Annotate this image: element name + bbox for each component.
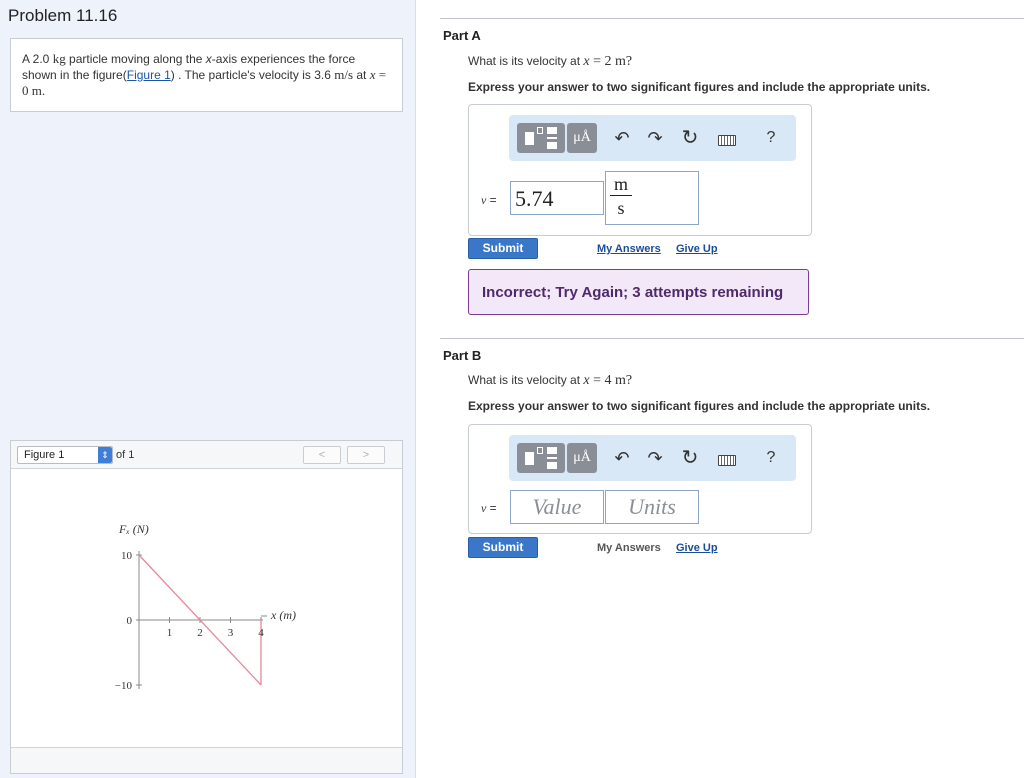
y-tick-label: 10	[121, 550, 133, 562]
math-toolbar: μÅ ↶ ↷ ↻ ?	[509, 115, 796, 161]
graph-labels: 10 0 −10 1 2 3 4 Fₓ (N) x (m)	[115, 522, 296, 692]
units-input[interactable]: m s	[605, 171, 699, 225]
undo-icon[interactable]: ↶	[609, 125, 635, 151]
feedback-message: Incorrect; Try Again; 3 attempts remaini…	[468, 269, 809, 315]
figure-footer	[11, 747, 402, 773]
mass-unit: kg	[52, 51, 66, 66]
x-tick-label: 3	[228, 627, 234, 639]
keyboard-icon[interactable]	[714, 125, 740, 151]
figure-prev-button[interactable]: <	[303, 446, 341, 464]
unit-fraction: m s	[606, 174, 636, 219]
redo-icon[interactable]: ↷	[642, 445, 668, 471]
velocity-label: v =	[481, 501, 497, 515]
y-tick-label: −10	[115, 680, 133, 692]
figure-next-button[interactable]: >	[347, 446, 385, 464]
undo-icon[interactable]: ↶	[609, 445, 635, 471]
problem-text: ) . The particle's velocity is 3.6	[170, 68, 335, 82]
help-button[interactable]: ?	[758, 445, 784, 471]
question-value: = 2 m?	[589, 54, 633, 69]
part-b-question: What is its velocity at x = 4 m?	[468, 373, 632, 389]
figure-panel: Figure 1 ⇕ of 1 < > 10 0 −10 1 2 3 4 Fₓ (N) x (m…	[10, 440, 403, 774]
problem-title: Problem 11.16	[8, 6, 118, 25]
unit-numerator: m	[613, 174, 628, 194]
figure-link[interactable]: Figure 1	[127, 68, 171, 82]
part-b-give-up-link[interactable]: Give Up	[676, 542, 718, 554]
part-b-my-answers-button[interactable]: My Answers	[597, 542, 661, 554]
figure-header: Figure 1 ⇕ of 1 < >	[11, 441, 402, 469]
x-axis-label: x (m)	[270, 608, 296, 622]
value-input[interactable]: Value	[510, 490, 604, 524]
problem-panel: Problem 11.16 A 2.0 kg particle moving a…	[0, 0, 416, 778]
part-a-divider	[440, 18, 1024, 19]
part-a-title: Part A	[443, 28, 481, 43]
figure-select-value: Figure 1	[24, 449, 65, 461]
velocity-unit: m/s	[334, 67, 354, 82]
y-axis-label: Fₓ (N)	[118, 522, 149, 536]
math-toolbar: μÅ ↶ ↷ ↻ ?	[509, 435, 796, 481]
x-tick-label: 2	[197, 627, 203, 639]
y-tick-label: 0	[127, 615, 133, 627]
part-a-answer-box: μÅ ↶ ↷ ↻ ? v = 5.74 m s	[468, 104, 812, 236]
part-a-give-up-link[interactable]: Give Up	[676, 243, 718, 255]
part-a-submit-button[interactable]: Submit	[468, 238, 538, 259]
templates-icon[interactable]	[517, 123, 565, 153]
part-b-title: Part B	[443, 348, 482, 363]
problem-text: particle moving along the	[65, 52, 206, 66]
problem-statement: A 2.0 kg particle moving along the x-axi…	[10, 38, 403, 112]
part-a-my-answers-link[interactable]: My Answers	[597, 243, 661, 255]
figure-count: of 1	[116, 449, 135, 461]
question-text: What is its velocity at	[468, 54, 584, 68]
x-tick-label: 4	[258, 627, 264, 639]
redo-icon[interactable]: ↷	[642, 125, 668, 151]
reset-icon[interactable]: ↻	[677, 445, 703, 471]
part-b-answer-box: μÅ ↶ ↷ ↻ ? v = Value Units	[468, 424, 812, 534]
question-text: What is its velocity at	[468, 373, 584, 387]
templates-icon[interactable]	[517, 443, 565, 473]
units-button[interactable]: μÅ	[567, 123, 597, 153]
part-b-divider	[440, 338, 1024, 339]
value-input[interactable]: 5.74	[510, 181, 604, 215]
part-a-question: What is its velocity at x = 2 m?	[468, 54, 632, 70]
part-b-instruction: Express your answer to two significant f…	[468, 399, 931, 413]
reset-icon[interactable]: ↻	[677, 125, 703, 151]
force-graph: 10 0 −10 1 2 3 4 Fₓ (N) x (m)	[115, 522, 296, 692]
velocity-label: v =	[481, 193, 497, 207]
unit-denominator: s	[617, 198, 625, 218]
problem-text: at	[353, 68, 370, 82]
part-a-instruction: Express your answer to two significant f…	[468, 80, 931, 94]
chevron-updown-icon: ⇕	[98, 447, 112, 463]
x-tick-label: 1	[167, 627, 173, 639]
graph-axes	[136, 551, 267, 689]
keyboard-icon[interactable]	[714, 445, 740, 471]
question-value: = 4 m?	[589, 373, 633, 388]
problem-text: A 2.0	[22, 52, 53, 66]
part-b-submit-button[interactable]: Submit	[468, 537, 538, 558]
units-button[interactable]: μÅ	[567, 443, 597, 473]
figure-select[interactable]: Figure 1 ⇕	[17, 446, 113, 464]
help-button[interactable]: ?	[758, 125, 784, 151]
units-input[interactable]: Units	[605, 490, 699, 524]
